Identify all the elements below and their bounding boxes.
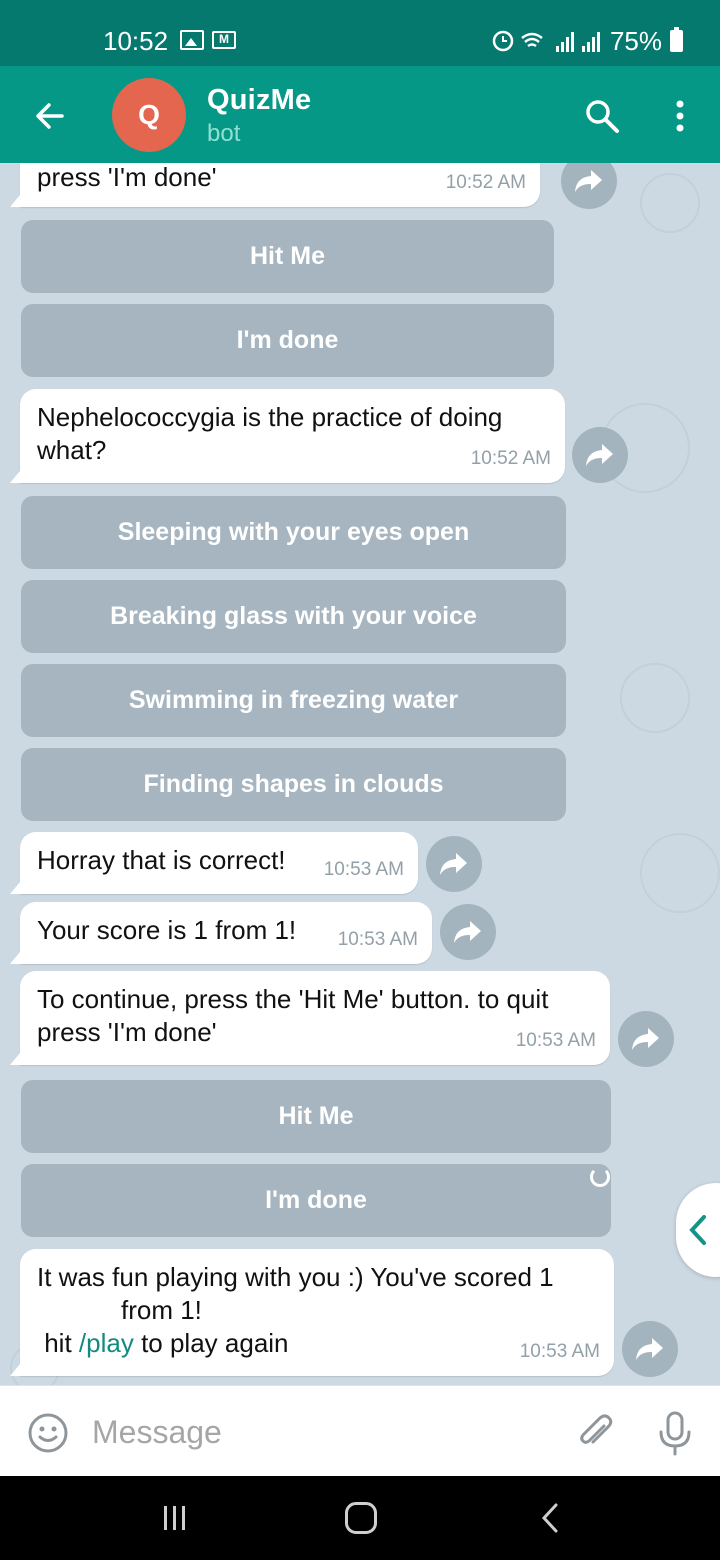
- home-icon[interactable]: [345, 1502, 377, 1534]
- answer-button[interactable]: Sleeping with your eyes open: [21, 496, 566, 569]
- status-time: 10:52: [103, 26, 169, 56]
- message-input[interactable]: Message: [92, 1414, 222, 1451]
- search-icon[interactable]: [582, 96, 622, 136]
- message-time: 10:53 AM: [337, 929, 418, 950]
- message-line: from 1!: [121, 1295, 202, 1325]
- message-text: To continue, press the 'Hit Me' button. …: [37, 984, 549, 1047]
- recent-apps-icon[interactable]: [161, 1504, 189, 1532]
- keyboard-button-hit-me[interactable]: Hit Me: [21, 220, 554, 293]
- forward-button[interactable]: [622, 1321, 678, 1377]
- forward-icon: [575, 170, 602, 192]
- mic-icon[interactable]: [654, 1410, 696, 1456]
- message-time: 10:53 AM: [323, 859, 404, 880]
- answer-button[interactable]: Swimming in freezing water: [21, 664, 566, 737]
- message-bubble[interactable]: Horray that is correct! 10:53 AM: [10, 832, 418, 894]
- forward-button[interactable]: [561, 163, 617, 209]
- background-doodle: [620, 663, 690, 733]
- avatar[interactable]: Q: [112, 78, 186, 152]
- message-input-bar: Message: [0, 1385, 720, 1476]
- message-bubble[interactable]: press 'I'm done' 10:52 AM: [10, 163, 540, 207]
- message-bubble[interactable]: It was fun playing with you :) You've sc…: [10, 1249, 614, 1376]
- chat-subtitle: bot: [207, 120, 241, 147]
- forward-icon: [586, 444, 613, 466]
- keyboard-button-im-done[interactable]: I'm done: [21, 304, 554, 377]
- side-panel-handle[interactable]: [676, 1183, 720, 1277]
- message-time: 10:52 AM: [470, 448, 551, 469]
- system-nav-bar: [0, 1476, 720, 1560]
- background-doodle: [640, 833, 720, 913]
- message-text-suffix: to play again: [133, 1328, 289, 1358]
- message-text-prefix: hit: [37, 1328, 79, 1358]
- battery-icon: [670, 27, 683, 52]
- answer-button[interactable]: Breaking glass with your voice: [21, 580, 566, 653]
- chat-history[interactable]: press 'I'm done' 10:52 AM Hit Me I'm don…: [0, 163, 720, 1385]
- forward-icon: [440, 853, 467, 875]
- forward-button[interactable]: [440, 904, 496, 960]
- forward-button[interactable]: [426, 836, 482, 892]
- forward-icon: [632, 1028, 659, 1050]
- chat-title[interactable]: QuizMe: [207, 84, 311, 117]
- message-bubble[interactable]: Nephelococcygia is the practice of doing…: [10, 389, 565, 483]
- message-time: 10:53 AM: [519, 1341, 600, 1362]
- forward-icon: [636, 1338, 663, 1360]
- message-bubble[interactable]: To continue, press the 'Hit Me' button. …: [10, 971, 610, 1065]
- status-bar: 10:52 M 75%: [0, 0, 720, 66]
- answer-button[interactable]: Finding shapes in clouds: [21, 748, 566, 821]
- keyboard-button-hit-me[interactable]: Hit Me: [21, 1080, 611, 1153]
- signal-icons: [492, 30, 600, 52]
- forward-icon: [454, 921, 481, 943]
- play-command-link[interactable]: /play: [79, 1328, 134, 1358]
- chevron-left-icon: [689, 1215, 706, 1245]
- message-text: It was fun playing with you :) You've sc…: [37, 1261, 600, 1360]
- battery-percent: 75%: [609, 26, 662, 56]
- attach-icon[interactable]: [574, 1412, 616, 1454]
- more-vert-icon[interactable]: [660, 96, 700, 136]
- message-line: It was fun playing with you :) You've sc…: [37, 1262, 554, 1292]
- nav-back-icon[interactable]: [536, 1502, 564, 1534]
- message-bubble[interactable]: Your score is 1 from 1! 10:53 AM: [10, 902, 432, 964]
- message-time: 10:52 AM: [445, 172, 526, 193]
- keyboard-button-im-done[interactable]: I'm done: [21, 1164, 611, 1237]
- app-bar: Q QuizMe bot: [0, 66, 720, 163]
- emoji-icon[interactable]: [27, 1412, 69, 1454]
- background-doodle: [640, 173, 700, 233]
- forward-button[interactable]: [618, 1011, 674, 1067]
- back-arrow-icon[interactable]: [30, 96, 70, 136]
- gallery-notification-icon: [180, 30, 204, 50]
- mail-notification-icon: M: [212, 31, 236, 49]
- message-time: 10:53 AM: [515, 1030, 596, 1051]
- loading-spinner-icon: [590, 1167, 610, 1187]
- forward-button[interactable]: [572, 427, 628, 483]
- message-line: hit /play to play again: [37, 1327, 600, 1360]
